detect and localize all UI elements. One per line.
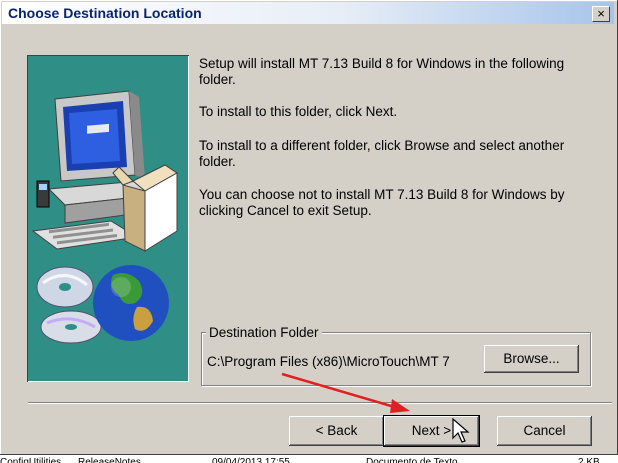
- bg-cell-size: 2 KB: [578, 457, 600, 463]
- bg-cell-release: ReleaseNotes: [78, 457, 141, 463]
- bg-cell-date: 09/04/2013 17:55: [212, 457, 290, 463]
- background-window-row: ConfigUtilities ReleaseNotes 09/04/2013 …: [0, 455, 618, 463]
- setup-dialog: Choose Destination Location × Setup will…: [0, 0, 618, 455]
- annotation-arrow: [281, 372, 410, 413]
- bg-cell-name: ConfigUtilities: [0, 457, 62, 463]
- bg-cell-type: Documento de Texto: [366, 457, 458, 463]
- arrow-cursor-icon: [452, 418, 470, 443]
